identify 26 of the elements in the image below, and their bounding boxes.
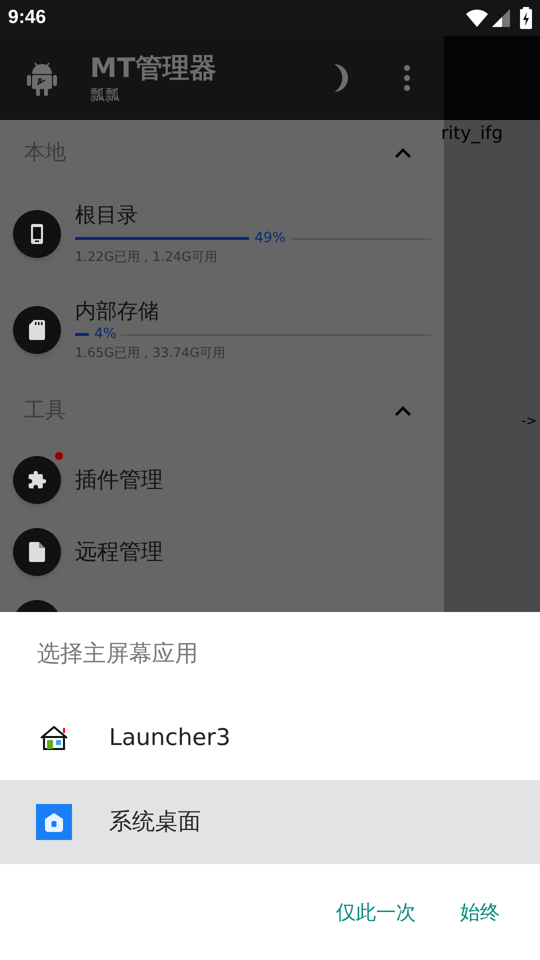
storage-name[interactable]: 根目录 [75,201,431,229]
tool-item[interactable]: 远程管理 [75,536,163,568]
background-text: -> [521,413,537,431]
battery-icon [520,7,532,29]
background-text: rity_ifg [441,122,504,146]
house-icon [39,726,69,750]
sd-card-icon [29,320,45,340]
tool-item[interactable]: 插件管理 [75,464,163,496]
chevron-up-icon[interactable] [394,405,412,417]
android-icon[interactable] [27,60,57,96]
dialog-button[interactable]: 仅此一次 [336,897,416,927]
signal-icon [492,9,510,27]
puzzle-icon [27,470,47,490]
app-title: MT管理器 [90,52,216,86]
app-option[interactable]: 系统桌面 [0,780,540,864]
chevron-up-icon[interactable] [394,147,412,159]
home-app-icon [36,804,72,840]
phone-icon [30,223,44,245]
file-icon [29,542,45,562]
wifi-icon [466,9,488,27]
more-icon[interactable] [404,65,410,91]
status-time: 9:46 [8,6,46,30]
dialog-button[interactable]: 始终 [460,897,500,927]
dialog-title: 选择主屏幕应用 [37,640,198,669]
app-subtitle: 瓢瓢 [90,86,121,104]
storage-name[interactable]: 内部存储 [75,297,431,325]
